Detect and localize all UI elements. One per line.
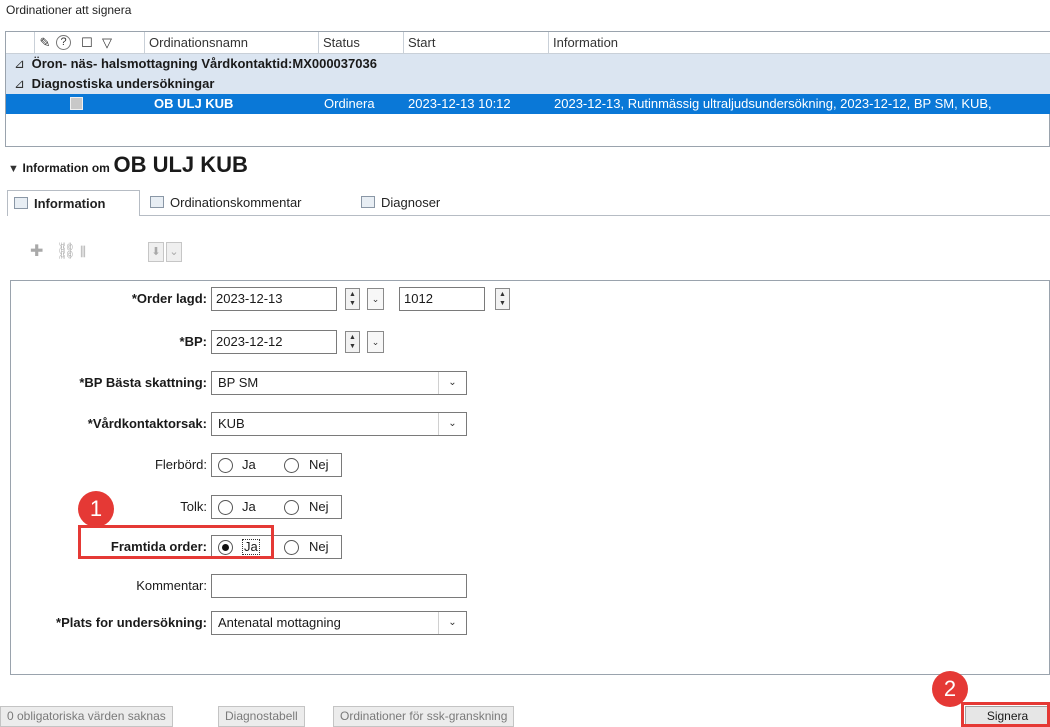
column-start[interactable]: Start [403, 32, 548, 54]
list-header: ✎ ? ☐ ▽ Ordinationsnamn Status Start Inf… [6, 32, 1050, 54]
chevron-down-icon: ⌄ [438, 413, 466, 435]
list-title: Ordinationer att signera [6, 3, 132, 17]
date-spinner[interactable]: ▲ ▼ [345, 331, 360, 353]
diagnosis-tab-icon [361, 196, 375, 208]
information-prefix: Information om [22, 161, 110, 175]
chart-icon[interactable]: ⫼ [80, 242, 86, 262]
filter-icon[interactable]: ▽ [98, 34, 116, 52]
tolk-ja-radio[interactable] [218, 500, 233, 515]
row-checkbox[interactable] [70, 97, 83, 110]
column-information[interactable]: Information [548, 32, 1050, 54]
tab-ordinationskommentar[interactable]: Ordinationskommentar [144, 190, 310, 216]
expand-icon[interactable]: ⌄ [166, 242, 182, 262]
collapse-icon[interactable]: ⊿ [14, 54, 28, 74]
row-start: 2023-12-13 10:12 [408, 96, 511, 111]
signature-icon[interactable]: ✎ [36, 34, 54, 52]
page-title: OB ULJ KUB [113, 152, 248, 177]
collapse-toggle-icon[interactable]: ▼ [8, 163, 19, 175]
radio-label-nej: Nej [309, 499, 329, 514]
tab-underline [140, 215, 1050, 216]
row-information: 2023-12-13, Rutinmässig ultraljudsunders… [554, 96, 992, 111]
date-dropdown-button[interactable]: ⌄ [367, 288, 384, 310]
information-form: *Order lagd: 2023-12-13 ▲ ▼ ⌄ 1012 ▲ ▼ *BP… [10, 280, 1050, 675]
order-lagd-time-input[interactable]: 1012 [399, 287, 485, 311]
vardkontakt-label: *Vårdkontaktorsak: [87, 416, 207, 431]
highlight-signera [961, 702, 1050, 727]
plats-select[interactable]: Antenatal mottagning ⌄ [211, 611, 467, 635]
framtida-nej-radio[interactable] [284, 540, 299, 555]
order-lagd-date-input[interactable]: 2023-12-13 [211, 287, 337, 311]
column-status[interactable]: Status [318, 32, 403, 54]
date-dropdown-button[interactable]: ⌄ [367, 331, 384, 353]
radio-label-nej: Nej [309, 539, 329, 554]
bp-label: *BP: [179, 334, 207, 349]
header-divider [34, 32, 35, 54]
group-label: Diagnostiska undersökningar [31, 76, 215, 91]
chevron-down-icon: ⌄ [438, 372, 466, 394]
tab-diagnoser[interactable]: Diagnoser [355, 190, 448, 216]
flerbord-nej-radio[interactable] [284, 458, 299, 473]
collapse-icon[interactable]: ⊿ [14, 74, 28, 94]
information-tab-icon [14, 197, 28, 209]
help-icon[interactable]: ? [56, 35, 71, 50]
tab-label: Ordinationskommentar [170, 195, 302, 210]
flerbord-radio-group: Ja Nej [211, 453, 342, 477]
tab-label: Information [34, 196, 106, 211]
plats-label: *Plats for undersökning: [56, 615, 207, 630]
bp-basta-select[interactable]: BP SM ⌄ [211, 371, 467, 395]
ssk-granskning-button[interactable]: Ordinationer för ssk-granskning [333, 706, 515, 727]
missing-values-button[interactable]: 0 obligatoriska värden saknas [0, 706, 173, 727]
flerbord-ja-radio[interactable] [218, 458, 233, 473]
highlight-framtida-order [78, 525, 274, 559]
time-spinner[interactable]: ▲ ▼ [495, 288, 510, 310]
tolk-nej-radio[interactable] [284, 500, 299, 515]
information-heading[interactable]: ▼ Information om OB ULJ KUB [8, 152, 248, 178]
move-down-icon[interactable]: ⬇ [148, 242, 164, 262]
add-icon[interactable]: ✚ [30, 242, 43, 262]
comment-tab-icon [150, 196, 164, 208]
tolk-radio-group: Ja Nej [211, 495, 342, 519]
group-row-diagnostiska[interactable]: ⊿ Diagnostiska undersökningar [6, 74, 1050, 94]
tab-information[interactable]: Information [7, 190, 140, 216]
row-name: OB ULJ KUB [154, 96, 234, 111]
diagnostabell-button[interactable]: Diagnostabell [218, 706, 305, 727]
kommentar-label: Kommentar: [136, 578, 207, 593]
flerbord-label: Flerbörd: [154, 457, 207, 472]
step-badge-1: 1 [78, 491, 114, 527]
group-label: Öron- näs- halsmottagning Vårdkontaktid:… [31, 56, 377, 71]
row-status: Ordinera [324, 96, 375, 111]
step-badge-2: 2 [932, 671, 968, 707]
table-row[interactable]: OB ULJ KUB Ordinera 2023-12-13 10:12 202… [6, 94, 1050, 114]
radio-label-nej: Nej [309, 457, 329, 472]
order-lagd-label: *Order lagd: [131, 291, 207, 306]
chevron-down-icon: ⌄ [438, 612, 466, 634]
bp-date-input[interactable]: 2023-12-12 [211, 330, 337, 354]
column-ordinationsnamn[interactable]: Ordinationsnamn [144, 32, 318, 54]
comment-icon[interactable]: ☐ [78, 34, 96, 52]
tab-label: Diagnoser [381, 195, 441, 210]
radio-label-ja: Ja [242, 457, 256, 472]
group-row-vardkontakt[interactable]: ⊿ Öron- näs- halsmottagning Vårdkontakti… [6, 54, 1050, 74]
bp-basta-value: BP SM [218, 375, 259, 390]
plats-value: Antenatal mottagning [218, 615, 341, 630]
kommentar-input[interactable] [211, 574, 467, 598]
order-list: ✎ ? ☐ ▽ Ordinationsnamn Status Start Inf… [5, 31, 1050, 147]
link-icon[interactable]: ⛓ [56, 242, 76, 262]
vardkontakt-value: KUB [218, 416, 245, 431]
date-spinner[interactable]: ▲ ▼ [345, 288, 360, 310]
bp-basta-label: *BP Bästa skattning: [79, 375, 207, 390]
radio-label-ja: Ja [242, 499, 256, 514]
vardkontakt-select[interactable]: KUB ⌄ [211, 412, 467, 436]
